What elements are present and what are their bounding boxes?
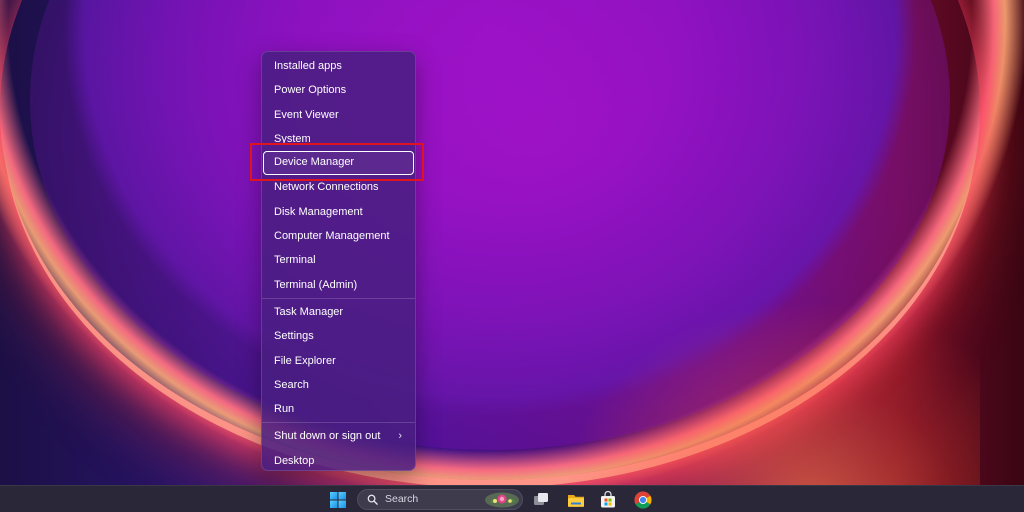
menu-separator: [262, 297, 415, 299]
menu-item-event-viewer[interactable]: Event Viewer: [263, 103, 414, 127]
search-label: Search: [385, 493, 419, 505]
menu-item-system[interactable]: System: [263, 127, 414, 151]
menu-item-network-connections[interactable]: Network Connections: [263, 175, 414, 199]
menu-group-apps: Task Manager Settings File Explorer Sear…: [262, 300, 415, 421]
menu-item-settings[interactable]: Settings: [263, 324, 414, 348]
task-view-icon[interactable]: [531, 490, 551, 510]
menu-item-terminal-admin[interactable]: Terminal (Admin): [263, 273, 414, 297]
chrome-icon[interactable]: [633, 490, 653, 510]
wallpaper-glow-ring: [0, 0, 980, 480]
menu-item-run[interactable]: Run: [263, 397, 414, 421]
menu-item-desktop[interactable]: Desktop: [263, 449, 414, 473]
menu-item-disk-management[interactable]: Disk Management: [263, 200, 414, 224]
menu-item-file-explorer[interactable]: File Explorer: [263, 349, 414, 373]
folder-icon[interactable]: [566, 490, 586, 510]
search-icon: [367, 494, 378, 505]
menu-item-task-manager[interactable]: Task Manager: [263, 300, 414, 324]
menu-group-system-tools: Installed apps Power Options Event Viewe…: [262, 54, 415, 297]
taskbar-search-box[interactable]: Search: [357, 489, 523, 510]
menu-item-terminal[interactable]: Terminal: [263, 248, 414, 272]
search-highlight-flower-icon: [485, 492, 519, 508]
chevron-right-icon: ›: [398, 430, 402, 443]
menu-item-shut-down[interactable]: Shut down or sign out ›: [263, 424, 414, 448]
quick-link-menu: Installed apps Power Options Event Viewe…: [261, 51, 416, 471]
wallpaper-bloom: [30, 0, 950, 450]
menu-item-installed-apps[interactable]: Installed apps: [263, 54, 414, 78]
menu-item-device-manager[interactable]: Device Manager: [263, 151, 414, 176]
desktop-wallpaper: Installed apps Power Options Event Viewe…: [0, 0, 1024, 512]
taskbar: Search: [0, 485, 1024, 512]
store-icon[interactable]: [598, 490, 618, 510]
menu-item-computer-management[interactable]: Computer Management: [263, 224, 414, 248]
windows-logo-icon[interactable]: [328, 490, 348, 510]
menu-separator: [262, 422, 415, 424]
menu-item-search[interactable]: Search: [263, 373, 414, 397]
wallpaper-flare: [560, 300, 980, 500]
menu-item-label: Shut down or sign out: [274, 430, 381, 443]
menu-group-power: Shut down or sign out › Desktop: [262, 424, 415, 473]
menu-item-power-options[interactable]: Power Options: [263, 78, 414, 102]
